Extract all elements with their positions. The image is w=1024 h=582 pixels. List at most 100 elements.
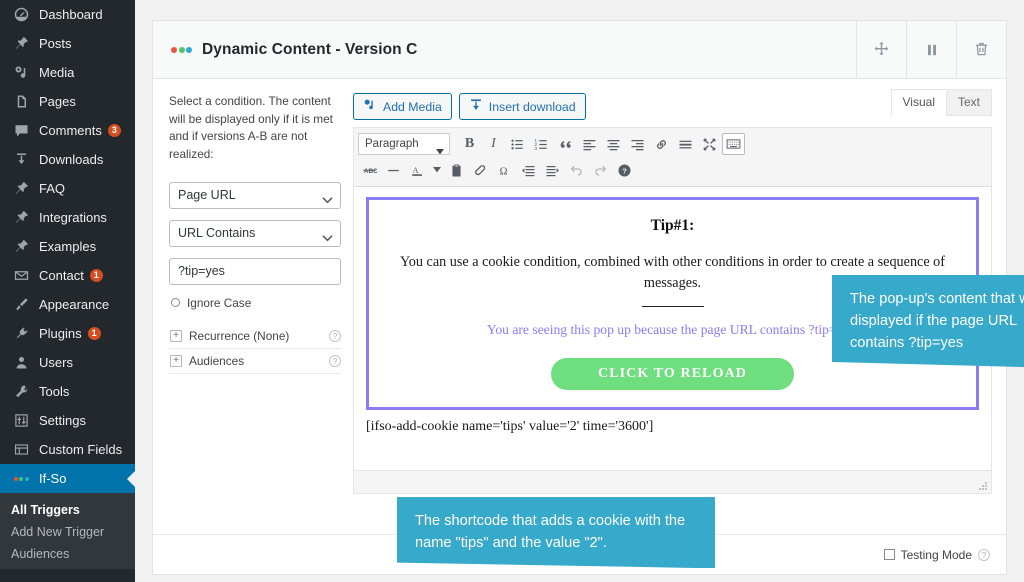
sidebar-item-dashboard[interactable]: Dashboard xyxy=(0,0,135,29)
special-character-icon[interactable]: Ω xyxy=(493,159,516,181)
redo-icon[interactable] xyxy=(589,159,612,181)
add-media-label: Add Media xyxy=(383,99,442,114)
help-icon[interactable]: ? xyxy=(329,329,341,342)
sidebar-item-label: Tools xyxy=(39,384,70,399)
sidebar-item-pages[interactable]: Pages xyxy=(0,87,135,116)
numbered-list-icon[interactable]: 123 xyxy=(530,133,553,155)
italic-icon[interactable]: I xyxy=(482,133,505,155)
clear-formatting-icon[interactable] xyxy=(469,159,492,181)
insert-download-label: Insert download xyxy=(488,99,576,114)
add-media-icon xyxy=(363,98,377,115)
toolbar-toggle-icon[interactable] xyxy=(722,133,745,155)
sidebar-item-plugins[interactable]: Plugins 1 xyxy=(0,319,135,348)
tab-text[interactable]: Text xyxy=(945,89,992,116)
ignore-case-checkbox[interactable] xyxy=(171,298,180,308)
text-color-dropdown-icon[interactable] xyxy=(430,159,444,181)
sidebar-item-label: Downloads xyxy=(39,152,104,167)
user-icon xyxy=(11,353,31,373)
link-icon[interactable] xyxy=(650,133,673,155)
format-select[interactable]: Paragraph xyxy=(358,133,450,155)
pause-button[interactable] xyxy=(906,21,956,78)
fullscreen-icon[interactable] xyxy=(698,133,721,155)
accordion-label: Audiences xyxy=(189,353,245,368)
sidebar-item-examples[interactable]: Examples xyxy=(0,232,135,261)
align-left-icon[interactable] xyxy=(578,133,601,155)
sidebar-item-if-so[interactable]: If-So xyxy=(0,464,135,493)
sidebar-item-label: Examples xyxy=(39,239,97,254)
sidebar-item-settings[interactable]: Settings xyxy=(0,406,135,435)
sidebar-item-label: Appearance xyxy=(39,297,110,312)
panel-title-group: Dynamic Content - Version C xyxy=(153,21,856,78)
ignore-case-label: Ignore Case xyxy=(187,295,252,310)
strikethrough-icon[interactable]: ABC xyxy=(358,159,381,181)
delete-button[interactable] xyxy=(956,21,1006,78)
undo-icon[interactable] xyxy=(565,159,588,181)
sidebar-item-label: Dashboard xyxy=(39,7,103,22)
resize-grip-icon[interactable] xyxy=(977,479,989,491)
insert-download-button[interactable]: Insert download xyxy=(458,93,586,120)
sidebar-item-appearance[interactable]: Appearance xyxy=(0,290,135,319)
page-title: Dynamic Content - Version C xyxy=(202,40,418,58)
outdent-icon[interactable] xyxy=(517,159,540,181)
popup-title: Tip#1: xyxy=(650,217,695,234)
testing-mode-checkbox[interactable] xyxy=(883,549,895,560)
indent-icon[interactable] xyxy=(541,159,564,181)
align-right-icon[interactable] xyxy=(626,133,649,155)
text-color-icon[interactable]: A xyxy=(406,159,429,181)
sidebar-item-contact[interactable]: Contact 1 xyxy=(0,261,135,290)
condition-value-input[interactable] xyxy=(169,257,341,285)
move-handle[interactable] xyxy=(856,21,906,78)
submenu-item-audiences[interactable]: Audiences xyxy=(0,543,135,565)
custom-fields-icon xyxy=(11,440,31,460)
wrench-icon xyxy=(11,382,31,402)
contact-badge: 1 xyxy=(89,269,103,282)
plus-icon[interactable]: + xyxy=(170,354,182,367)
settings-icon xyxy=(11,411,31,431)
condition-type-select-wrap: Page URL xyxy=(169,181,341,209)
ignore-case-row[interactable]: Ignore Case xyxy=(171,296,341,310)
sidebar-item-users[interactable]: Users xyxy=(0,348,135,377)
sidebar-item-label: FAQ xyxy=(39,181,66,196)
sidebar-item-posts[interactable]: Posts xyxy=(0,29,135,58)
tab-visual[interactable]: Visual xyxy=(890,89,947,116)
help-icon[interactable]: ? xyxy=(329,354,341,367)
read-more-icon[interactable] xyxy=(674,133,697,155)
svg-text:Ω: Ω xyxy=(500,166,508,177)
sidebar-item-integrations[interactable]: Integrations xyxy=(0,203,135,232)
insert-download-icon xyxy=(469,98,483,115)
paste-as-text-icon[interactable] xyxy=(445,159,468,181)
svg-text:?: ? xyxy=(622,166,627,175)
editor-status-bar xyxy=(354,470,991,493)
submenu-item-all-triggers[interactable]: All Triggers xyxy=(0,499,135,521)
help-icon[interactable]: ? xyxy=(613,159,636,181)
comments-badge: 3 xyxy=(107,124,121,137)
plug-icon xyxy=(11,324,31,344)
align-center-icon[interactable] xyxy=(602,133,625,155)
sidebar-item-label: Media xyxy=(39,65,75,80)
sidebar-item-tools[interactable]: Tools xyxy=(0,377,135,406)
condition-type-select[interactable]: Page URL xyxy=(169,181,341,209)
sidebar-item-label: Custom Fields xyxy=(39,442,123,457)
plus-icon[interactable]: + xyxy=(170,329,182,342)
sidebar-item-comments[interactable]: Comments 3 xyxy=(0,116,135,145)
sidebar-item-custom-fields[interactable]: Custom Fields xyxy=(0,435,135,464)
bullet-list-icon[interactable] xyxy=(506,133,529,155)
help-icon[interactable]: ? xyxy=(978,548,990,561)
pin-icon xyxy=(11,34,31,54)
click-to-reload-button[interactable]: CLICK TO RELOAD xyxy=(551,357,794,390)
horizontal-rule-icon[interactable] xyxy=(382,159,405,181)
bold-icon[interactable]: B xyxy=(458,133,481,155)
accordion-recurrence[interactable]: + Recurrence (None) ? xyxy=(169,324,341,349)
condition-operator-select[interactable]: URL Contains xyxy=(169,219,341,247)
popup-divider xyxy=(641,306,704,308)
submenu-item-add-new-trigger[interactable]: Add New Trigger xyxy=(0,521,135,543)
format-select-value: Paragraph xyxy=(365,138,419,150)
sidebar-item-label: If-So xyxy=(39,471,67,486)
sidebar-item-faq[interactable]: FAQ xyxy=(0,174,135,203)
accordion-audiences[interactable]: + Audiences ? xyxy=(169,349,341,374)
sidebar-item-downloads[interactable]: Downloads xyxy=(0,145,135,174)
blockquote-icon[interactable] xyxy=(554,133,577,155)
move-icon xyxy=(873,41,890,58)
add-media-button[interactable]: Add Media xyxy=(353,93,452,120)
sidebar-item-media[interactable]: Media xyxy=(0,58,135,87)
